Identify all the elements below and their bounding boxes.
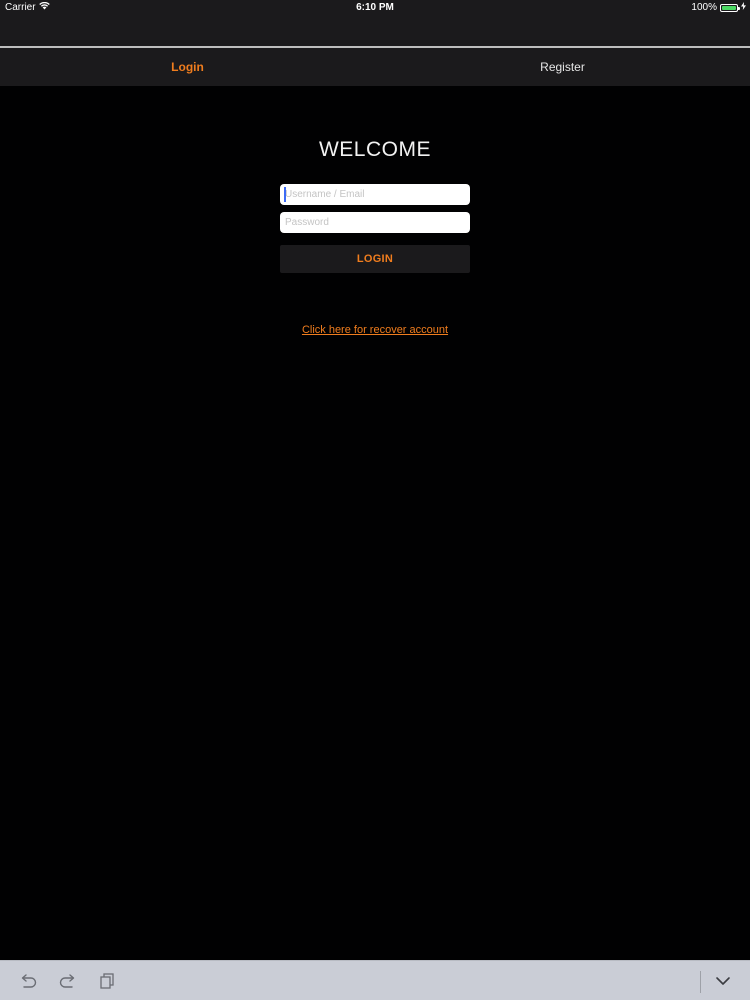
chevron-down-icon[interactable]: [713, 971, 733, 991]
battery-percent: 100%: [691, 2, 717, 13]
recover-account-link[interactable]: Click here for recover account: [0, 324, 750, 336]
username-email-input[interactable]: [280, 184, 470, 205]
login-button[interactable]: LOGIN: [280, 245, 470, 273]
undo-icon[interactable]: [18, 971, 38, 991]
status-time: 6:10 PM: [356, 2, 394, 13]
toolbar-divider: [700, 971, 701, 993]
battery-group: 100%: [691, 2, 746, 13]
battery-icon: [720, 3, 740, 12]
navigation-bar: [0, 16, 750, 48]
welcome-title: WELCOME: [318, 138, 431, 161]
paste-icon[interactable]: [97, 971, 117, 991]
tab-bar: Login Register: [0, 48, 750, 86]
tab-register[interactable]: Register: [375, 48, 750, 86]
charging-bolt-icon: [741, 2, 746, 13]
redo-icon[interactable]: [58, 971, 78, 991]
tab-login[interactable]: Login: [0, 48, 375, 86]
status-bar: Carrier 6:10 PM 100%: [0, 0, 750, 16]
battery-level: [722, 5, 736, 10]
text-cursor: [284, 187, 286, 202]
password-input[interactable]: [280, 212, 470, 233]
keyboard-shortcut-bar: [0, 960, 750, 1000]
login-content: WELCOME LOGIN Click here for recover acc…: [0, 86, 750, 960]
